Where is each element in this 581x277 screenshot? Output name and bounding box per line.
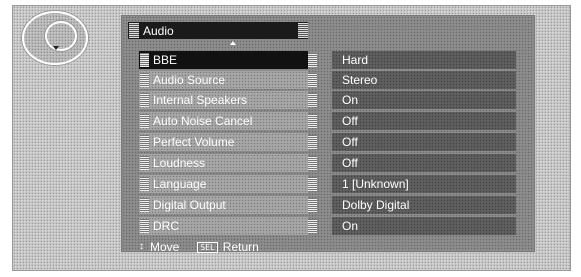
menu-item-value[interactable]: On (332, 91, 516, 109)
item-handle-icon (140, 135, 149, 149)
menu-item-perfect-volume[interactable]: Perfect Volume Off (139, 133, 516, 151)
menu-item-label: Language (153, 177, 207, 191)
menu-title: Audio (143, 23, 174, 38)
menu-item-label: BBE (153, 53, 178, 67)
item-handle-icon (140, 219, 149, 233)
menu-footer: ↕ Move SEL Return (139, 240, 259, 254)
item-handle-icon (140, 53, 149, 67)
move-hint: Move (150, 240, 180, 254)
item-handle-icon (140, 198, 149, 212)
item-end-icon (308, 156, 317, 170)
item-end-icon (308, 73, 317, 87)
menu-item-label: Internal Speakers (153, 93, 248, 107)
item-end-icon (308, 135, 317, 149)
scroll-up-icon[interactable] (230, 41, 236, 45)
item-end-icon (308, 177, 317, 191)
menu-item-label: DRC (153, 219, 179, 233)
menu-item-value[interactable]: Hard (332, 51, 516, 69)
item-end-icon (308, 219, 317, 233)
title-end-icon (298, 23, 308, 38)
menu-item-label: Loudness (153, 156, 206, 170)
item-handle-icon (140, 177, 149, 191)
up-down-arrow-icon: ↕ (139, 241, 144, 252)
menu-item-label: Digital Output (153, 198, 226, 212)
menu-item-label: Auto Noise Cancel (153, 114, 253, 128)
menu-item-internal-speakers[interactable]: Internal Speakers On (139, 91, 516, 109)
sel-button-icon: SEL (197, 241, 218, 253)
menu-title-bar: Audio (128, 22, 308, 39)
item-handle-icon (140, 93, 149, 107)
menu-item-label-box: Perfect Volume (139, 133, 308, 151)
menu-item-drc[interactable]: DRC On (139, 217, 516, 235)
menu-item-value[interactable]: On (332, 217, 516, 235)
item-handle-icon (140, 156, 149, 170)
menu-item-label-box: Digital Output (139, 196, 308, 214)
menu-item-value[interactable]: Dolby Digital (332, 196, 516, 214)
menu-item-label-box: Language (139, 175, 308, 193)
item-end-icon (308, 53, 317, 67)
item-handle-icon (140, 73, 149, 87)
menu-item-digital-output[interactable]: Digital Output Dolby Digital (139, 196, 516, 214)
menu-item-label-box: Loudness (139, 154, 308, 172)
menu-item-label-box: Internal Speakers (139, 91, 308, 109)
return-hint: Return (222, 240, 259, 254)
menu-item-bbe[interactable]: BBE Hard (139, 51, 516, 69)
menu-item-audio-source[interactable]: Audio Source Stereo (139, 71, 516, 89)
title-handle-icon (129, 23, 139, 38)
menu-item-value[interactable]: Off (332, 133, 516, 151)
menu-item-value[interactable]: Off (332, 112, 516, 130)
menu-item-value[interactable]: Off (332, 154, 516, 172)
menu-item-loudness[interactable]: Loudness Off (139, 154, 516, 172)
menu-item-language[interactable]: Language 1 [Unknown] (139, 175, 516, 193)
dpad-center-icon (45, 21, 77, 51)
menu-item-value[interactable]: Stereo (332, 71, 516, 89)
menu-item-label-box: DRC (139, 217, 308, 235)
item-end-icon (308, 114, 317, 128)
menu-item-label: Audio Source (153, 73, 226, 87)
menu-item-auto-noise-cancel[interactable]: Auto Noise Cancel Off (139, 112, 516, 130)
menu-item-label-box: BBE (139, 51, 308, 69)
menu-item-label-box: Audio Source (139, 71, 308, 89)
menu-item-value[interactable]: 1 [Unknown] (332, 175, 516, 193)
item-end-icon (308, 198, 317, 212)
dpad-down-arrow-icon (53, 46, 59, 50)
menu-item-label-box: Auto Noise Cancel (139, 112, 308, 130)
menu-item-label: Perfect Volume (153, 135, 235, 149)
item-end-icon (308, 93, 317, 107)
item-handle-icon (140, 114, 149, 128)
